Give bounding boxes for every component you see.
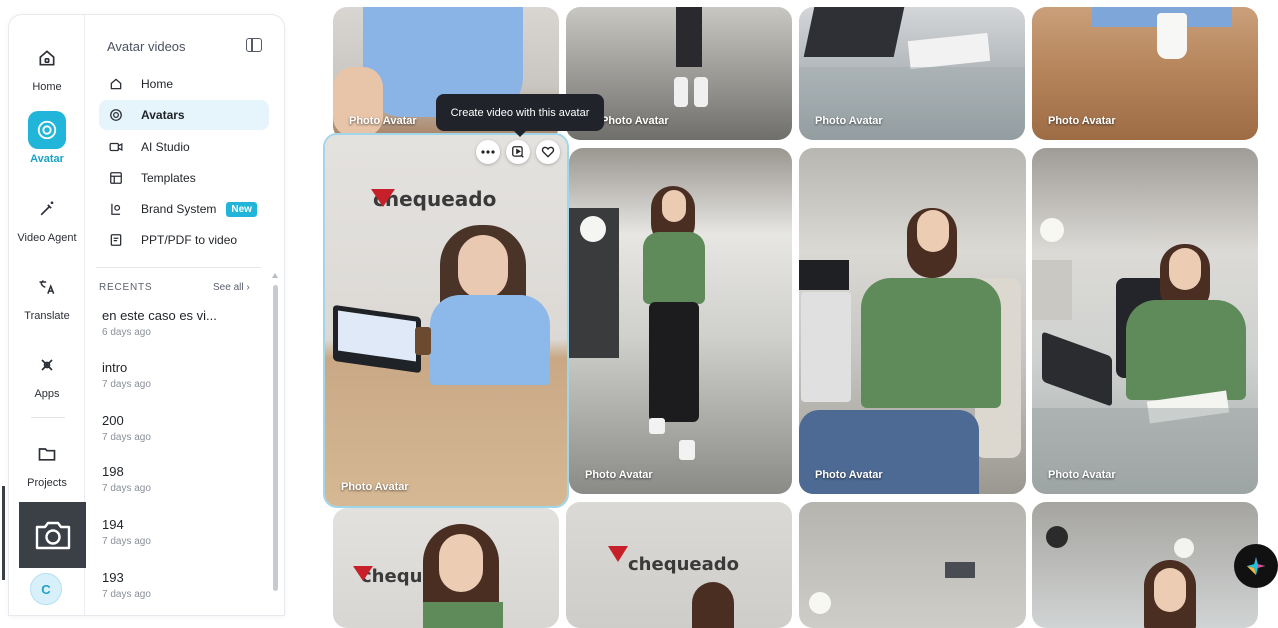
recent-date: 7 days ago bbox=[102, 589, 151, 600]
nav-label: Home bbox=[141, 77, 174, 91]
recent-title: 198 bbox=[102, 464, 124, 479]
card-actions bbox=[476, 140, 560, 164]
recent-title: 194 bbox=[102, 517, 124, 532]
recents-scrollbar[interactable] bbox=[273, 285, 278, 591]
avatar-card-selected[interactable]: chequeado Photo Avatar bbox=[323, 133, 569, 508]
nav-item-ai-studio[interactable]: AI Studio bbox=[99, 132, 269, 162]
avatar-card[interactable]: Photo Avatar bbox=[799, 148, 1026, 494]
camera-overlay-edge bbox=[2, 486, 5, 580]
recent-date: 7 days ago bbox=[102, 536, 151, 547]
tooltip: Create video with this avatar bbox=[436, 94, 604, 137]
card-caption: Photo Avatar bbox=[585, 469, 653, 481]
translate-icon bbox=[28, 268, 66, 306]
recent-item[interactable]: 193 7 days ago bbox=[102, 570, 151, 600]
user-avatar[interactable]: C bbox=[30, 573, 62, 605]
avatar-card[interactable]: chequeado bbox=[333, 508, 559, 628]
nav-label: AI Studio bbox=[141, 140, 190, 154]
sparkle-icon bbox=[1246, 556, 1266, 576]
nav-item-home[interactable]: Home bbox=[99, 69, 269, 99]
templates-icon bbox=[109, 171, 123, 185]
recent-item[interactable]: 194 7 days ago bbox=[102, 517, 151, 547]
scroll-up-arrow[interactable] bbox=[272, 273, 278, 278]
panel-title: Avatar videos bbox=[107, 39, 186, 54]
folder-icon bbox=[28, 435, 66, 473]
rail-item-apps[interactable]: Apps bbox=[9, 346, 85, 400]
card-caption: Photo Avatar bbox=[349, 115, 417, 127]
recent-date: 7 days ago bbox=[102, 432, 151, 443]
recent-date: 7 days ago bbox=[102, 379, 151, 390]
brand-icon bbox=[109, 202, 123, 216]
recent-date: 7 days ago bbox=[102, 483, 151, 494]
play-cursor-icon bbox=[512, 146, 524, 158]
avatar-icon bbox=[28, 111, 66, 149]
recent-title: 193 bbox=[102, 570, 124, 585]
avatar-icon bbox=[109, 108, 123, 122]
recent-item[interactable]: intro 7 days ago bbox=[102, 360, 151, 390]
recent-title: en este caso es vi... bbox=[102, 308, 217, 323]
apps-icon bbox=[28, 346, 66, 384]
avatar-card[interactable]: Photo Avatar bbox=[569, 148, 792, 494]
favorite-button[interactable] bbox=[536, 140, 560, 164]
nav-label: Brand System bbox=[141, 202, 217, 216]
recent-item[interactable]: en este caso es vi... 6 days ago bbox=[102, 308, 217, 338]
heart-icon bbox=[541, 146, 555, 158]
camera-button[interactable] bbox=[19, 502, 86, 568]
collapse-sidebar-icon[interactable] bbox=[246, 38, 262, 52]
new-badge: New bbox=[226, 201, 257, 217]
recent-title: 200 bbox=[102, 413, 124, 428]
rail-item-video-agent[interactable]: Video Agent bbox=[9, 190, 85, 244]
nav-label: Avatars bbox=[141, 108, 185, 122]
create-video-button[interactable] bbox=[506, 140, 530, 164]
home-icon bbox=[109, 77, 123, 91]
nav-label: PPT/PDF to video bbox=[141, 233, 238, 247]
rail-label: Avatar bbox=[30, 153, 64, 165]
recent-item[interactable]: 198 7 days ago bbox=[102, 464, 151, 494]
home-icon bbox=[28, 39, 66, 77]
rail-divider bbox=[31, 417, 65, 418]
slides-icon bbox=[109, 233, 123, 247]
avatar-videos-panel: Avatar videos Home Avatars AI Studio Tem… bbox=[86, 15, 284, 615]
avatar-card[interactable]: Photo Avatar bbox=[1032, 148, 1258, 494]
rail-label: Home bbox=[32, 81, 62, 93]
nav-item-brand-system[interactable]: Brand System New bbox=[99, 194, 269, 224]
recent-title: intro bbox=[102, 360, 128, 375]
rail-item-translate[interactable]: Translate bbox=[9, 268, 85, 322]
card-caption: Photo Avatar bbox=[601, 115, 669, 127]
avatar-card[interactable]: chequeado bbox=[566, 502, 792, 628]
rail-label: Translate bbox=[24, 310, 70, 322]
card-caption: Photo Avatar bbox=[1048, 469, 1116, 481]
divider bbox=[96, 267, 261, 268]
avatar-card[interactable] bbox=[799, 502, 1026, 628]
recent-item[interactable]: 200 7 days ago bbox=[102, 413, 151, 443]
avatar-card[interactable] bbox=[1032, 502, 1258, 628]
avatar-card[interactable]: Photo Avatar bbox=[1032, 7, 1258, 140]
rail-item-home[interactable]: Home bbox=[9, 39, 85, 93]
card-caption: Photo Avatar bbox=[341, 481, 409, 493]
more-icon bbox=[481, 150, 495, 154]
more-options-button[interactable] bbox=[476, 140, 500, 164]
assistant-fab[interactable] bbox=[1234, 544, 1278, 588]
card-caption: Photo Avatar bbox=[1048, 115, 1116, 127]
recent-date: 6 days ago bbox=[102, 327, 151, 338]
rail-item-projects[interactable]: Projects bbox=[9, 435, 85, 489]
rail-label: Projects bbox=[27, 477, 67, 489]
nav-item-ppt-pdf[interactable]: PPT/PDF to video bbox=[99, 225, 269, 255]
nav-item-templates[interactable]: Templates bbox=[99, 163, 269, 193]
magic-wand-icon bbox=[28, 190, 66, 228]
avatar-card[interactable]: Photo Avatar bbox=[799, 7, 1025, 140]
camera-icon bbox=[35, 521, 70, 550]
rail-label: Apps bbox=[34, 388, 60, 400]
nav-item-avatars[interactable]: Avatars bbox=[99, 100, 269, 130]
rail-label: Video Agent bbox=[17, 232, 77, 244]
nav-label: Templates bbox=[141, 171, 196, 185]
see-all-link[interactable]: See all › bbox=[213, 282, 250, 293]
recents-heading: RECENTS bbox=[99, 282, 153, 293]
card-caption: Photo Avatar bbox=[815, 115, 883, 127]
rail-item-avatar[interactable]: Avatar bbox=[9, 111, 85, 165]
card-caption: Photo Avatar bbox=[815, 469, 883, 481]
video-camera-icon bbox=[109, 140, 123, 154]
brand-sign: chequeado bbox=[628, 554, 739, 575]
